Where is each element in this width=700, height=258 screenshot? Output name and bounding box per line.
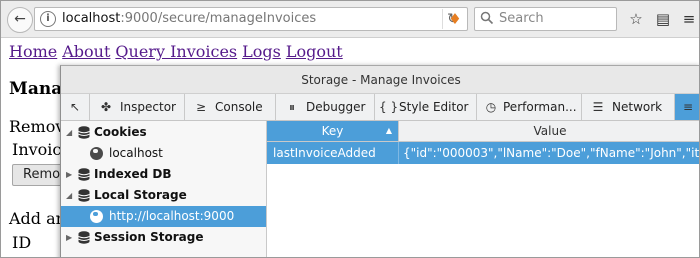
nav-link-home[interactable]: Home: [9, 42, 57, 61]
expanded-triangle-icon[interactable]: ◢: [66, 185, 72, 206]
tab-inspector-label: Inspector: [120, 100, 176, 114]
tab-style-editor-label: Style Editor: [399, 100, 469, 114]
nav-link-query-invoices[interactable]: Query Invoices: [115, 42, 237, 61]
search-placeholder: Search: [499, 11, 544, 26]
column-header-value[interactable]: Value: [399, 121, 699, 142]
database-icon: [78, 189, 90, 202]
browser-window: ← i localhost:9000/secure/manageInvoices…: [0, 0, 700, 258]
storage-icon: ≡: [682, 100, 694, 114]
info-icon[interactable]: i: [40, 11, 56, 27]
globe-icon: [90, 147, 103, 160]
collapsed-triangle-icon[interactable]: ▶: [66, 227, 72, 248]
tree-item-label: Cookies: [94, 125, 147, 139]
database-icon: [78, 126, 90, 139]
sort-ascending-icon: ▲: [385, 126, 392, 135]
tree-item-label: localhost: [109, 146, 163, 160]
tab-performance[interactable]: ◷ Performan...: [477, 94, 582, 120]
table-cell-value[interactable]: {"id":"000003","lName":"Doe","fName":"Jo…: [399, 142, 699, 164]
console-icon: ≥: [195, 100, 207, 114]
column-header-label: Value: [533, 124, 567, 138]
nav-link-about[interactable]: About: [62, 42, 110, 61]
inspector-icon: ✤: [100, 100, 112, 114]
browser-toolbar: ← i localhost:9000/secure/manageInvoices…: [1, 1, 699, 38]
hamburger-menu-icon[interactable]: ≡: [679, 9, 699, 29]
search-input[interactable]: Search: [474, 7, 617, 31]
tab-debugger[interactable]: ⏸ Debugger: [276, 94, 375, 120]
extension-icon[interactable]: ♦: [445, 9, 465, 29]
globe-icon: [90, 210, 103, 223]
collapsed-triangle-icon[interactable]: ▶: [66, 164, 72, 185]
column-header-key[interactable]: Key ▲: [267, 121, 399, 142]
tab-console[interactable]: ≥ Console: [185, 94, 276, 120]
database-icon: [78, 168, 90, 181]
table-cell-key[interactable]: lastInvoiceAdded: [267, 142, 399, 164]
add-section-label: Add ar: [9, 209, 64, 228]
tree-item-cookies[interactable]: ◢ Cookies: [61, 122, 266, 143]
storage-table: Key ▲ Value lastInvoiceAdded {"id":"0000…: [267, 121, 699, 257]
tab-storage[interactable]: ≡: [675, 94, 699, 120]
expanded-triangle-icon[interactable]: ◢: [66, 122, 72, 143]
tab-network[interactable]: ☰ Network: [582, 94, 675, 120]
devtools-title: Storage - Manage Invoices: [301, 73, 461, 87]
devtools-window: Storage - Manage Invoices ↖ ✤ Inspector ≥…: [60, 65, 699, 257]
performance-icon: ◷: [485, 100, 497, 114]
devtools-titlebar[interactable]: Storage - Manage Invoices: [61, 66, 699, 94]
back-arrow-icon: ←: [14, 11, 26, 27]
library-icon[interactable]: ▤: [653, 9, 673, 29]
nav-link-logout[interactable]: Logout: [286, 42, 343, 61]
bookmark-star-icon[interactable]: ☆: [626, 9, 646, 29]
tree-item-label: http://localhost:9000: [109, 209, 235, 223]
tab-console-label: Console: [215, 100, 263, 114]
devtools-tabbar: ↖ ✤ Inspector ≥ Console ⏸ Debugger { }Style…: [61, 94, 699, 121]
tree-item-local-storage-origin[interactable]: http://localhost:9000: [61, 206, 266, 227]
tab-network-label: Network: [612, 100, 663, 114]
tab-element-picker[interactable]: ↖: [61, 94, 90, 120]
tab-performance-label: Performan...: [503, 100, 577, 114]
back-button[interactable]: ←: [7, 7, 33, 33]
storage-tree: ◢ Cookies localhost ▶ Indexed DB ◢ Local…: [61, 121, 267, 257]
debugger-icon: ⏸: [288, 100, 295, 114]
element-picker-icon: ↖: [69, 100, 81, 114]
network-icon: ☰: [592, 100, 604, 114]
nav-link-logs[interactable]: Logs: [242, 42, 281, 61]
tree-item-label: Session Storage: [94, 230, 204, 244]
tree-item-session-storage[interactable]: ▶ Session Storage: [61, 227, 266, 248]
url-bar[interactable]: i localhost:9000/secure/manageInvoices ↻: [34, 7, 468, 31]
column-header-label: Key: [321, 124, 344, 138]
site-nav: Home About Query Invoices Logs Logout: [9, 42, 348, 62]
id-label: ID: [12, 233, 32, 252]
url-text: localhost:9000/secure/manageInvoices: [62, 11, 316, 27]
search-icon: [480, 11, 494, 25]
tree-item-label: Local Storage: [94, 188, 187, 202]
tree-item-indexed-db[interactable]: ▶ Indexed DB: [61, 164, 266, 185]
page-title: Mana: [9, 79, 63, 99]
style-editor-icon: { }: [379, 100, 399, 114]
tree-item-cookies-localhost[interactable]: localhost: [61, 143, 266, 164]
database-icon: [78, 231, 90, 244]
remove-section-label: Remov: [9, 117, 65, 136]
url-path: :9000/secure/manageInvoices: [120, 11, 317, 26]
tree-item-local-storage[interactable]: ◢ Local Storage: [61, 185, 266, 206]
tab-debugger-label: Debugger: [306, 100, 366, 114]
tab-inspector[interactable]: ✤ Inspector: [90, 94, 185, 120]
tree-item-label: Indexed DB: [94, 167, 172, 181]
tab-style-editor[interactable]: { }Style Editor: [375, 94, 477, 120]
url-host: localhost: [62, 11, 121, 26]
